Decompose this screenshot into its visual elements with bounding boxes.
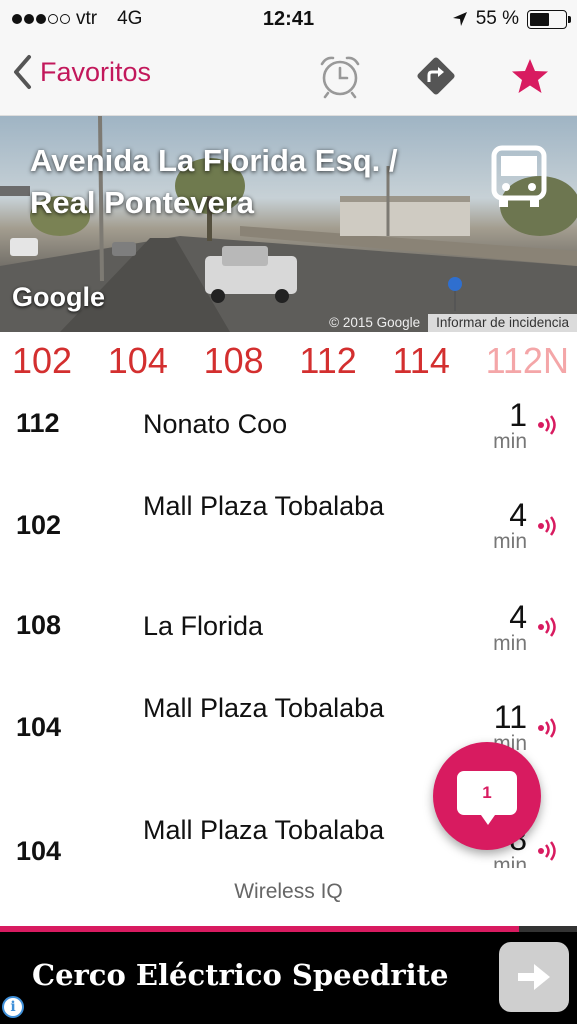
arrival-minutes: 1 xyxy=(509,397,527,433)
live-signal-icon xyxy=(538,718,556,738)
route-102[interactable]: 102 xyxy=(12,340,72,386)
map-credit: © 2015 Google Informar de incidencia xyxy=(321,314,577,332)
live-signal-icon xyxy=(538,841,556,861)
arrival-minutes: 4 xyxy=(509,497,527,533)
arrival-row[interactable]: 112 Nonato Coo 1 min xyxy=(0,390,577,490)
ad-info-icon[interactable]: i xyxy=(2,996,24,1018)
battery-percent: 55 % xyxy=(475,8,519,29)
chat-badge-count: 1 xyxy=(482,783,492,802)
route-112[interactable]: 112 xyxy=(299,340,356,386)
arrival-minutes: 4 xyxy=(509,599,527,635)
bus-icon xyxy=(489,144,549,215)
stop-name: Avenida La Florida Esq. / Real Pontevera xyxy=(30,143,398,220)
footer-credit: Wireless IQ xyxy=(234,880,343,903)
routes-row: 102 104 108 112 114 112N xyxy=(0,340,577,386)
arrival-route: 104 xyxy=(16,712,62,742)
arrival-row[interactable]: 108 La Florida 4 min xyxy=(0,588,577,688)
arrival-minutes: 11 xyxy=(493,699,527,735)
chevron-left-icon xyxy=(14,55,31,89)
street-view-image[interactable]: Avenida La Florida Esq. / Real Pontevera… xyxy=(0,116,577,332)
chat-button[interactable]: 1 xyxy=(433,742,541,850)
directions-button[interactable] xyxy=(412,52,460,100)
status-bar: vtr 4G 12:41 55 % xyxy=(0,0,577,40)
alarm-button[interactable] xyxy=(316,52,364,100)
back-button[interactable]: Favoritos xyxy=(12,54,151,90)
status-right: 55 % xyxy=(452,8,571,30)
ad-text: Cerco Eléctrico Speedrite xyxy=(32,958,449,992)
google-logo: Google xyxy=(12,282,105,312)
battery-icon xyxy=(527,9,571,29)
route-104[interactable]: 104 xyxy=(108,340,168,386)
battery-level xyxy=(530,12,549,26)
route-112n[interactable]: 112N xyxy=(486,340,569,386)
arrival-destination: La Florida xyxy=(143,611,264,641)
arrival-unit: min xyxy=(493,530,527,553)
report-issue-link[interactable]: Informar de incidencia xyxy=(428,314,577,332)
live-signal-icon xyxy=(538,617,556,637)
arrow-right-icon xyxy=(518,964,550,990)
live-signal-icon xyxy=(538,415,556,435)
arrival-route: 104 xyxy=(16,836,62,866)
arrival-unit: min xyxy=(493,854,527,868)
arrival-row[interactable]: 102 Mall Plaza Tobalaba 4 min xyxy=(0,486,577,586)
arrival-destination: Mall Plaza Tobalaba xyxy=(143,815,385,845)
star-icon xyxy=(512,59,548,93)
arrival-time: 4 min xyxy=(467,600,527,654)
arrival-destination: Mall Plaza Tobalaba xyxy=(143,693,385,723)
route-114[interactable]: 114 xyxy=(392,340,449,386)
arrival-route: 108 xyxy=(16,610,62,640)
location-arrow-icon xyxy=(452,12,467,26)
favorite-button[interactable] xyxy=(506,52,554,100)
back-label: Favoritos xyxy=(40,56,152,87)
arrival-route: 112 xyxy=(16,408,60,438)
arrival-destination: Mall Plaza Tobalaba xyxy=(143,491,385,521)
ad-open-button[interactable] xyxy=(499,942,569,1012)
arrival-unit: min xyxy=(493,430,527,453)
route-108[interactable]: 108 xyxy=(204,340,264,386)
arrival-route: 102 xyxy=(16,510,62,540)
directions-icon xyxy=(417,57,455,95)
chat-bubble-icon: 1 xyxy=(457,771,517,825)
live-signal-icon xyxy=(538,516,556,536)
copyright-text: © 2015 Google xyxy=(329,315,421,330)
arrival-time: 1 min xyxy=(467,398,527,452)
nav-bar: Favoritos xyxy=(0,40,577,116)
arrival-destination: Nonato Coo xyxy=(143,409,288,439)
arrival-time: 4 min xyxy=(467,498,527,552)
arrival-unit: min xyxy=(493,632,527,655)
ad-banner[interactable]: Cerco Eléctrico Speedrite i xyxy=(0,932,577,1024)
alarm-clock-icon xyxy=(320,56,360,99)
